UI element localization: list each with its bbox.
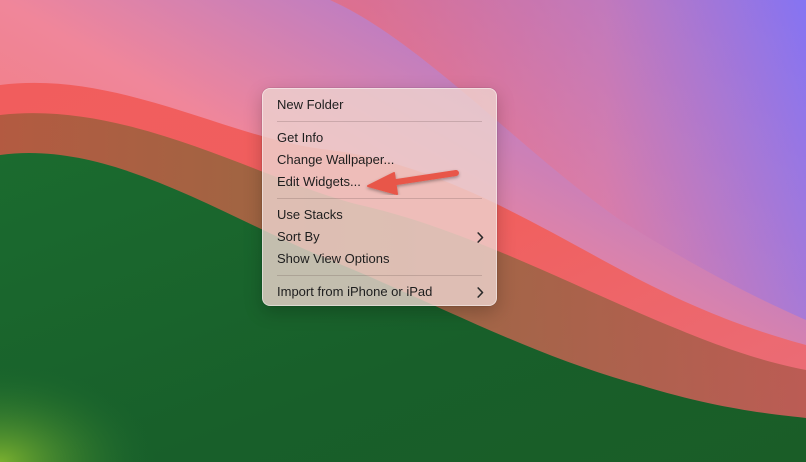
menu-item-label: Import from iPhone or iPad <box>277 284 433 299</box>
desktop-context-menu: New Folder Get Info Change Wallpaper... … <box>262 88 497 306</box>
menu-item-use-stacks[interactable]: Use Stacks <box>263 204 496 226</box>
menu-item-label: Get Info <box>277 130 324 145</box>
menu-item-label: Edit Widgets... <box>277 174 361 189</box>
menu-item-label: Sort By <box>277 229 320 244</box>
menu-item-label: New Folder <box>277 97 344 112</box>
menu-separator <box>277 198 482 199</box>
menu-item-get-info[interactable]: Get Info <box>263 127 496 149</box>
chevron-right-icon <box>477 226 484 248</box>
menu-separator <box>277 275 482 276</box>
desktop[interactable]: New Folder Get Info Change Wallpaper... … <box>0 0 806 462</box>
menu-separator <box>277 121 482 122</box>
chevron-right-icon <box>477 281 484 303</box>
menu-item-show-view-options[interactable]: Show View Options <box>263 248 496 270</box>
menu-item-sort-by[interactable]: Sort By <box>263 226 496 248</box>
menu-item-new-folder[interactable]: New Folder <box>263 94 496 116</box>
menu-item-import-from-iphone[interactable]: Import from iPhone or iPad <box>263 281 496 303</box>
menu-item-label: Use Stacks <box>277 207 343 222</box>
menu-item-label: Show View Options <box>277 251 390 266</box>
red-arrow-icon <box>367 170 459 195</box>
